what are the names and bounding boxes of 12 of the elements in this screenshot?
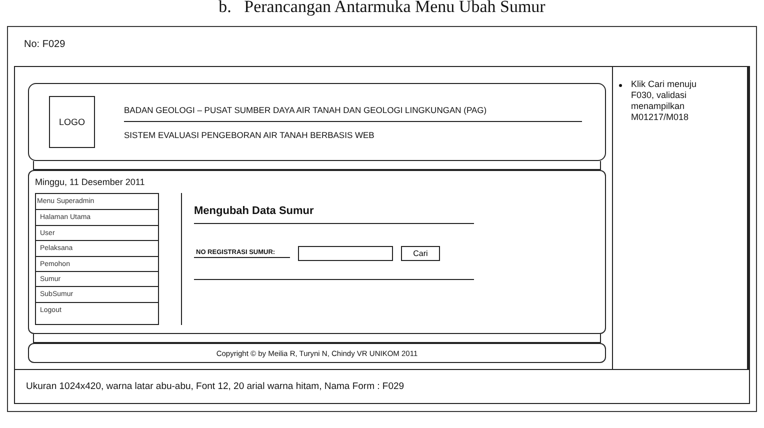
- input-field[interactable]: [298, 246, 393, 261]
- form-number: No: F029: [23, 38, 66, 52]
- note-text: Klik Cari menuju F030, validasi menampilkan M01217/M018: [631, 79, 698, 123]
- header-title: BADAN GEOLOGI – PUSAT SUMBER DAYA AIR TANAH DAN GEOLOGI LINGKUNGAN (PAG): [124, 104, 582, 122]
- logo-label: LOGO: [58, 117, 85, 127]
- search-button[interactable]: Cari: [401, 246, 440, 261]
- date-text: Minggu, 11 Desember 2011: [35, 177, 146, 187]
- bullet-icon: [619, 84, 622, 87]
- caption-text: Ukuran 1024x420, warna latar abu-abu, Font 12, 20 arial warna hitam, Nama Form : F029: [25, 380, 406, 394]
- section-heading: b. Perancangan Antarmuka Menu Ubah Sumur: [218, 0, 546, 18]
- header-subtitle: SISTEM EVALUASI PENGEBORAN AIR TANAH BERBASIS WEB: [124, 128, 376, 140]
- page-title: Mengubah Data Sumur: [194, 193, 474, 224]
